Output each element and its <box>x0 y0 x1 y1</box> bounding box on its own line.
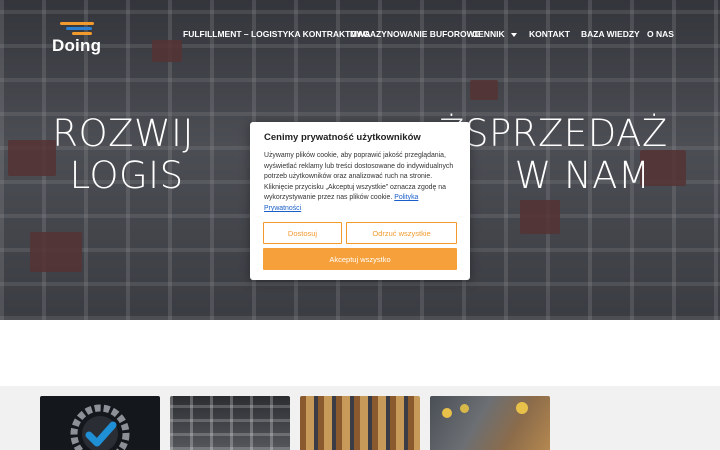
nav-item-kontakt[interactable]: KONTAKT <box>529 29 570 39</box>
service-card-automation[interactable] <box>170 396 290 450</box>
cookie-consent-dialog: Cenimy prywatność użytkowników Używamy p… <box>250 122 470 280</box>
nav-item-baza-wiedzy[interactable]: BAZA WIEDZY <box>581 29 640 39</box>
service-card-team[interactable] <box>430 396 550 450</box>
service-card-quality[interactable] <box>40 396 160 450</box>
customize-button[interactable]: Dostosuj <box>263 222 342 244</box>
cookie-description: Używamy plików cookie, aby poprawić jako… <box>264 151 456 215</box>
nav-item-cennik-label: CENNIK <box>472 29 505 39</box>
reject-all-button[interactable]: Odrzuć wszystkie <box>346 222 457 244</box>
nav-item-magazynowanie[interactable]: MAGAZYNOWANIE BUFOROWE <box>350 29 480 39</box>
chevron-down-icon <box>510 32 517 37</box>
cookie-description-text: Używamy plików cookie, aby poprawić jako… <box>264 152 454 202</box>
cookie-secondary-buttons: Dostosuj Odrzuć wszystkie <box>263 222 457 244</box>
nav-item-fulfillment[interactable]: FULFILLMENT – LOGISTYKA KONTRAKTOWA <box>183 29 370 39</box>
nav-item-cennik[interactable]: CENNIK <box>472 29 517 39</box>
worker-helmet-shape <box>516 402 528 414</box>
cookie-title: Cenimy prywatność użytkowników <box>264 132 421 143</box>
worker-helmet-shape <box>442 408 452 418</box>
accept-all-button[interactable]: Akceptuj wszystko <box>263 248 457 270</box>
main-nav: FULFILLMENT – LOGISTYKA KONTRAKTOWA MAGA… <box>0 29 720 43</box>
service-card-warehouse[interactable] <box>300 396 420 450</box>
quality-badge-icon <box>70 404 130 450</box>
nav-item-o-nas[interactable]: O NAS <box>647 29 674 39</box>
worker-helmet-shape <box>460 404 469 413</box>
